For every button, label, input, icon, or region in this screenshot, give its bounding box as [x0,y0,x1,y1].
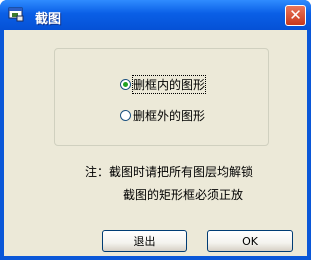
dialog-body: 删框内的图形 删框外的图形 注：截图时请把所有图层均解锁 截图的矩形框必须正放 … [4,30,307,256]
app-window-icon [8,7,24,22]
title-bar[interactable]: 截图 ✕ [0,0,311,30]
exit-button[interactable]: 退出 [102,230,187,252]
note-line-1: 注：截图时请把所有图层均解锁 [85,165,254,179]
radio-delete-inside-label: 删框内的图形 [131,75,207,94]
radio-delete-outside[interactable]: 删框外的图形 [120,107,205,124]
radio-unchecked-icon [120,110,131,121]
dialog-window: 截图 ✕ 删框内的图形 删框外的图形 注：截图时请把所有图层均解锁 截图的矩形框… [0,0,311,260]
close-icon: ✕ [289,6,302,24]
window-title: 截图 [35,12,62,27]
radio-checked-icon [120,79,131,90]
close-button[interactable]: ✕ [285,5,306,26]
radio-delete-inside[interactable]: 删框内的图形 [120,75,207,94]
options-group [54,48,269,146]
note-line-2: 截图的矩形框必须正放 [123,188,244,202]
ok-button[interactable]: OK [207,230,293,252]
radio-delete-outside-label: 删框外的图形 [133,109,206,123]
